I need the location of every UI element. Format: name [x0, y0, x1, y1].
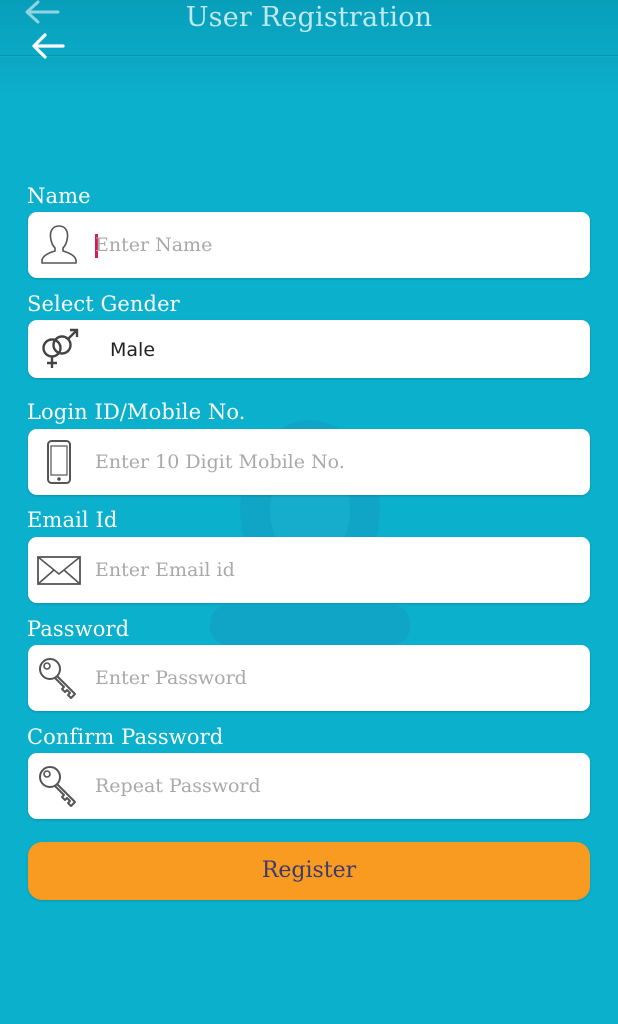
- register-button[interactable]: Register: [28, 842, 590, 900]
- email-label: Email Id: [27, 508, 118, 532]
- login-id-label: Login ID/Mobile No.: [27, 400, 246, 424]
- user-icon: [41, 225, 77, 264]
- login-id-field[interactable]: [28, 429, 590, 495]
- page-title: User Registration: [185, 2, 433, 33]
- confirm-password-label: Confirm Password: [27, 725, 224, 749]
- name-field[interactable]: [28, 212, 590, 278]
- gender-selected-value: Male: [110, 339, 156, 361]
- key-icon: [39, 766, 76, 807]
- password-label: Password: [27, 617, 130, 641]
- mobile-phone-icon: [47, 440, 71, 484]
- gender-label: Select Gender: [27, 292, 180, 316]
- key-icon: [39, 658, 76, 699]
- login-id-input[interactable]: [95, 429, 580, 495]
- back-button[interactable]: [30, 30, 66, 62]
- confirm-password-input[interactable]: [95, 753, 580, 819]
- name-label: Name: [27, 184, 91, 208]
- app-bar: User Registration: [0, 0, 618, 56]
- email-field[interactable]: [28, 537, 590, 603]
- gender-icon: [42, 328, 79, 368]
- email-input[interactable]: [95, 537, 580, 603]
- envelope-icon: [37, 556, 81, 585]
- password-field[interactable]: [28, 645, 590, 711]
- gender-select[interactable]: Male: [28, 320, 590, 378]
- password-input[interactable]: [95, 645, 580, 711]
- name-input[interactable]: [95, 212, 580, 278]
- header-band: [0, 57, 618, 97]
- confirm-password-field[interactable]: [28, 753, 590, 819]
